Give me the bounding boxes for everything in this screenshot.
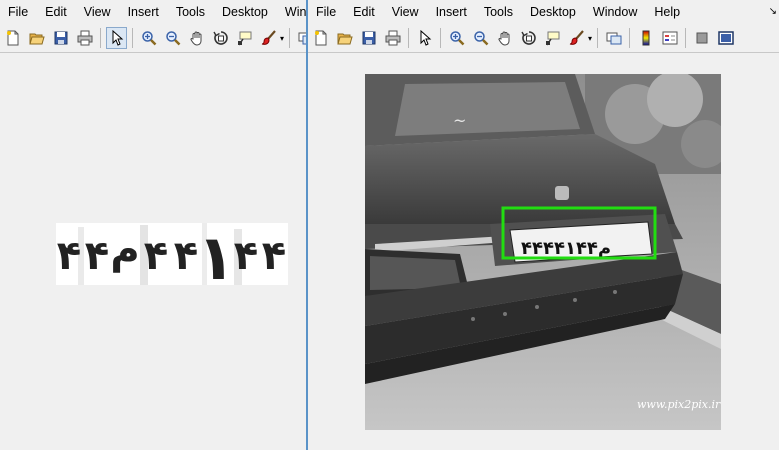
svg-text:۴۴م۴۴۱۴۴: ۴۴م۴۴۱۴۴ [521,238,611,259]
select-arrow-icon[interactable] [414,27,435,49]
toolbar-left: ▾ [0,24,306,53]
open-file-icon[interactable] [334,27,355,49]
zoom-out-icon[interactable] [470,27,491,49]
show-plot-tools-icon[interactable] [715,27,736,49]
rotate-3d-icon[interactable] [518,27,539,49]
data-cursor-icon[interactable] [234,27,255,49]
plate-char-7: ۴ [234,233,258,279]
menu-edit[interactable]: Edit [345,0,384,24]
svg-text:~: ~ [453,111,466,130]
menubar-left: File Edit View Insert Tools Desktop Wind… [0,0,306,24]
car-photo-axes: ~ ۴۴م۴۴۱۴۴ www.pix2pix.ir [365,74,721,430]
zoom-out-icon[interactable] [162,27,183,49]
watermark-text: www.pix2pix.ir [637,398,721,411]
menu-file[interactable]: File [0,0,37,24]
toolbar-right: ▾ [308,24,779,53]
plate-char-3: م [110,227,139,273]
menu-view[interactable]: View [384,0,428,24]
segmented-plate-image: ۴ ۴ م ۴ ۴ ۱ ۴ ۴ [56,223,288,285]
menu-insert[interactable]: Insert [428,0,476,24]
figure-window-right: File Edit View Insert Tools Desktop Wind… [308,0,779,450]
rotate-3d-icon[interactable] [210,27,231,49]
toolbar-separator [685,28,687,48]
toolbar-separator [597,28,599,48]
dock-arrow-icon[interactable]: ↘ [769,6,777,17]
menu-help[interactable]: Help [646,0,689,24]
menu-desktop[interactable]: Desktop [522,0,585,24]
menubar-right: File Edit View Insert Tools Desktop Wind… [308,0,779,24]
plate-char-5: ۴ [174,233,198,279]
zoom-in-icon[interactable] [446,27,467,49]
new-figure-icon[interactable] [2,27,23,49]
link-plot-icon[interactable] [295,27,306,49]
legend-icon[interactable] [659,27,680,49]
toolbar-separator [629,28,631,48]
zoom-in-icon[interactable] [138,27,159,49]
menu-edit[interactable]: Edit [37,0,76,24]
plate-char-6: ۱ [197,223,235,285]
brush-icon[interactable] [566,27,587,49]
print-icon[interactable] [74,27,95,49]
select-arrow-icon[interactable] [106,27,127,49]
pan-hand-icon[interactable] [494,27,515,49]
save-icon[interactable] [358,27,379,49]
data-cursor-icon[interactable] [542,27,563,49]
hide-plot-tools-icon[interactable] [691,27,712,49]
toolbar-separator [132,28,133,48]
plate-char-8: ۴ [262,233,286,279]
menu-window[interactable]: Window [585,0,646,24]
menu-window[interactable]: Windo [277,0,306,24]
plate-char-1: ۴ [57,233,81,279]
menu-file[interactable]: File [308,0,345,24]
new-figure-icon[interactable] [310,27,331,49]
toolbar-separator [408,28,409,48]
brush-dropdown-icon[interactable]: ▾ [280,34,284,43]
toolbar-separator [440,28,441,48]
menu-insert[interactable]: Insert [120,0,168,24]
plate-char-4: ۴ [144,233,168,279]
menu-desktop[interactable]: Desktop [214,0,277,24]
open-file-icon[interactable] [26,27,47,49]
toolbar-separator [100,28,101,48]
brush-icon[interactable] [258,27,279,49]
menu-view[interactable]: View [76,0,120,24]
plate-char-2: ۴ [85,233,109,279]
menu-tools[interactable]: Tools [168,0,214,24]
save-icon[interactable] [50,27,71,49]
toolbar-separator [289,28,291,48]
brush-dropdown-icon[interactable]: ▾ [588,34,592,43]
pan-hand-icon[interactable] [186,27,207,49]
figure-window-left: File Edit View Insert Tools Desktop Wind… [0,0,306,450]
colorbar-icon[interactable] [635,27,656,49]
link-plot-icon[interactable] [603,27,624,49]
print-icon[interactable] [382,27,403,49]
menu-tools[interactable]: Tools [476,0,522,24]
